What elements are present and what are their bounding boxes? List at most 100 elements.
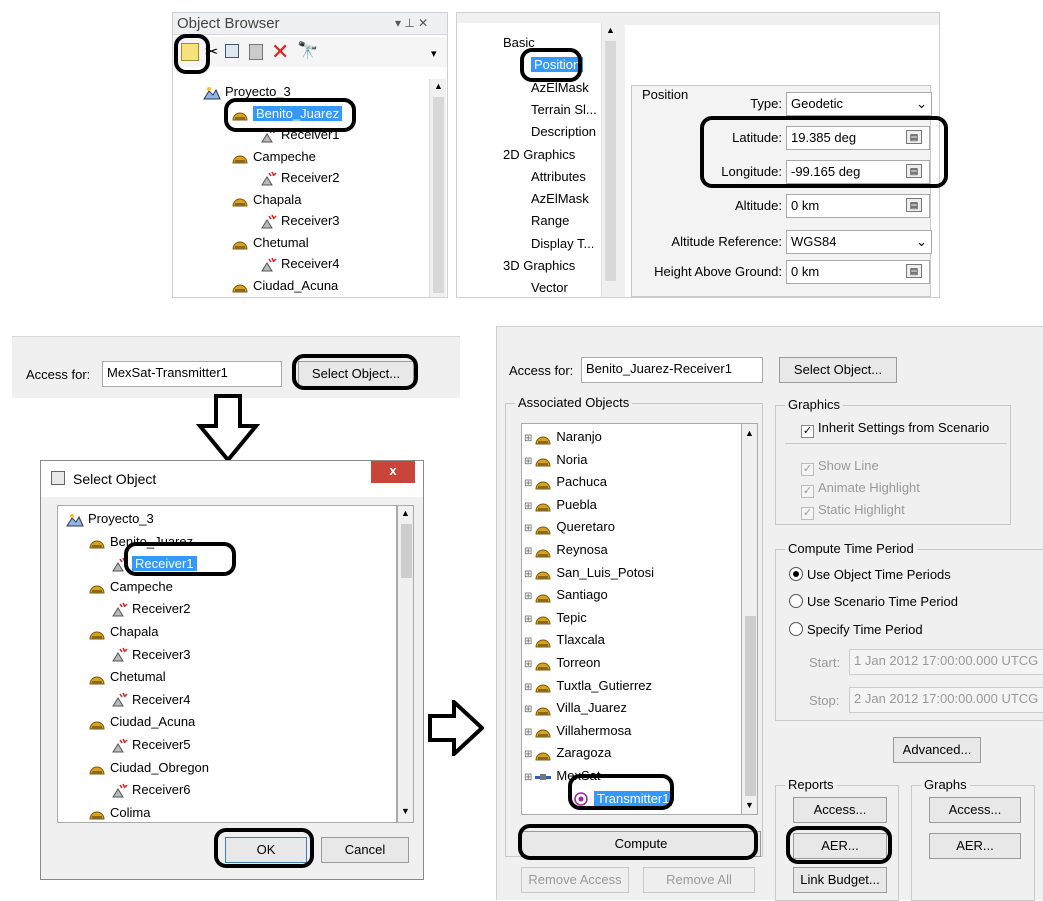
associated-object-item[interactable]: ⊞ Pachuca	[524, 471, 607, 493]
associated-object-item[interactable]: ⊞ Naranjo	[524, 426, 602, 448]
properties-nav-item[interactable]: Basic	[503, 35, 535, 50]
paste-icon[interactable]	[249, 44, 263, 60]
properties-nav-item[interactable]: Range	[531, 213, 569, 228]
use-scenario-radio[interactable]: Use Scenario Time Period	[789, 594, 958, 609]
associated-object-item[interactable]: ⊞ Villa_Juarez	[524, 697, 627, 719]
tree-item[interactable]: Chetumal	[88, 666, 166, 688]
properties-nav-item[interactable]: Description	[531, 124, 596, 139]
access-small-field[interactable]: MexSat-Transmitter1	[102, 361, 282, 387]
associated-object-item[interactable]: ⊞ Queretaro	[524, 516, 615, 538]
dialog-tree: Proyecto_3 Benito_Juarez Receiver1 Campeche…	[57, 505, 397, 823]
tree-item[interactable]: Ciudad_Acuna	[231, 275, 338, 297]
properties-nav-scrollbar[interactable]: ▲	[601, 23, 618, 297]
object-browser-scrollbar[interactable]: ▲	[429, 79, 446, 297]
properties-nav-item[interactable]: Position	[531, 57, 584, 73]
stop-field[interactable]: 2 Jan 2012 17:00:00.000 UTCG	[849, 687, 1043, 713]
compute-button[interactable]: Compute	[521, 831, 761, 857]
type-select[interactable]: Geodetic ⌄	[786, 92, 932, 116]
associated-object-item[interactable]: ⊞ Tepic	[524, 607, 587, 629]
find-icon[interactable]: 🔭	[297, 41, 318, 61]
tree-item[interactable]: Chapala	[88, 621, 158, 643]
tree-item[interactable]: Benito_Juarez	[231, 103, 343, 125]
dialog-title: Select Object	[73, 471, 157, 487]
associated-object-label: Tuxtla_Gutierrez	[556, 677, 652, 693]
tree-item[interactable]: Chapala	[231, 189, 301, 211]
start-field[interactable]: 1 Jan 2012 17:00:00.000 UTCG	[849, 649, 1043, 675]
tree-item[interactable]: Colima	[88, 802, 150, 822]
graph-aer-button[interactable]: AER...	[929, 833, 1021, 859]
advanced-button[interactable]: Advanced...	[893, 737, 981, 763]
new-object-icon[interactable]	[181, 43, 199, 61]
associated-object-item[interactable]: ⊞ Torreon	[524, 652, 600, 674]
tree-item[interactable]: Receiver4	[259, 253, 340, 275]
properties-nav-item[interactable]: AzElMask	[531, 191, 589, 206]
associated-object-item[interactable]: ⊞ Villahermosa	[524, 720, 631, 742]
associated-object-item[interactable]: ⊞ Puebla	[524, 494, 597, 516]
link-budget-button[interactable]: Link Budget...	[793, 867, 887, 893]
tree-item[interactable]: Chetumal	[231, 232, 309, 254]
associated-object-item[interactable]: ⊞ San_Luis_Potosi	[524, 562, 654, 584]
properties-nav-item[interactable]: 2D Graphics	[503, 147, 575, 162]
properties-nav-item[interactable]: AzElMask	[531, 80, 589, 95]
tree-item[interactable]: Ciudad_Acuna	[88, 711, 195, 733]
associated-object-item[interactable]: ⊞ Zaragoza	[524, 742, 611, 764]
properties-nav-item[interactable]: Display T...	[531, 236, 594, 251]
remove-all-button[interactable]: Remove All	[643, 867, 755, 893]
cut-icon[interactable]: ✂	[205, 42, 218, 62]
select-object-button[interactable]: Select Object...	[298, 361, 414, 387]
access-for-field[interactable]: Benito_Juarez-Receiver1	[581, 357, 763, 383]
altitude-reference-select[interactable]: WGS84 ⌄	[786, 230, 932, 254]
tree-item[interactable]: Receiver3	[110, 644, 191, 666]
tree-item[interactable]: Receiver3	[259, 210, 340, 232]
ok-button[interactable]: OK	[225, 837, 307, 863]
associated-object-item[interactable]: ⊞ Tuxtla_Gutierrez	[524, 675, 652, 697]
delete-icon[interactable]: ✕	[271, 39, 289, 65]
tree-item[interactable]: Benito_Juarez	[88, 531, 193, 553]
latitude-calc-icon[interactable]: ▤	[906, 130, 922, 144]
associated-objects-scrollbar[interactable]: ▲ ▼	[741, 423, 758, 815]
graph-access-button[interactable]: Access...	[929, 797, 1021, 823]
properties-nav-item[interactable]: Terrain Sl...	[531, 102, 597, 117]
altitude-calc-icon[interactable]: ▤	[906, 198, 922, 212]
dialog-tree-scrollbar[interactable]: ▲ ▼	[397, 505, 414, 823]
remove-access-button[interactable]: Remove Access	[521, 867, 629, 893]
associated-object-item[interactable]: ⊞ MexSat	[524, 765, 600, 787]
static-highlight-checkbox[interactable]: ✓ Static Highlight	[801, 502, 905, 520]
tree-item[interactable]: Receiver6	[110, 779, 191, 801]
tree-item[interactable]: Receiver1	[259, 124, 340, 146]
report-aer-button[interactable]: AER...	[793, 833, 887, 859]
associated-objects-tree: ⊞ Naranjo ⊞ Noria ⊞ Pachuca ⊞ Puebla ⊞ Queretaro ⊞…	[521, 423, 743, 815]
properties-nav-item[interactable]: 3D Graphics	[503, 258, 575, 273]
tree-item[interactable]: Campeche	[88, 576, 173, 598]
tree-item[interactable]: Campeche	[231, 146, 316, 168]
copy-icon[interactable]	[225, 44, 239, 58]
tree-item[interactable]: Receiver2	[259, 167, 340, 189]
specify-time-radio[interactable]: Specify Time Period	[789, 622, 923, 637]
tree-item[interactable]: Proyecto_3	[66, 508, 154, 530]
inherit-checkbox[interactable]: ✓ Inherit Settings from Scenario	[801, 420, 989, 438]
tree-item[interactable]: Receiver1	[110, 553, 197, 575]
transmitter-item[interactable]: Transmitter1	[572, 788, 673, 810]
tree-item[interactable]: Proyecto_3	[203, 81, 291, 103]
longitude-calc-icon[interactable]: ▤	[906, 164, 922, 178]
show-line-checkbox[interactable]: ✓ Show Line	[801, 458, 879, 476]
properties-nav-item[interactable]: Attributes	[531, 169, 586, 184]
use-object-radio[interactable]: Use Object Time Periods	[789, 567, 951, 582]
tree-item[interactable]: Receiver2	[110, 598, 191, 620]
tree-item[interactable]: Receiver4	[110, 689, 191, 711]
properties-nav-item[interactable]: Vector	[531, 280, 568, 295]
height-calc-icon[interactable]: ▤	[906, 264, 922, 278]
associated-object-item[interactable]: ⊞ Reynosa	[524, 539, 608, 561]
associated-object-item[interactable]: ⊞ Tlaxcala	[524, 629, 605, 651]
cancel-button[interactable]: Cancel	[321, 837, 409, 863]
associated-object-item[interactable]: ⊞ Santiago	[524, 584, 608, 606]
title-controls[interactable]: ▾ ⊥ ✕	[395, 16, 428, 30]
toolbar-overflow-icon[interactable]: ▾	[431, 47, 437, 60]
tree-item[interactable]: Ciudad_Obregon	[88, 757, 209, 779]
tree-item[interactable]: Receiver5	[110, 734, 191, 756]
report-access-button[interactable]: Access...	[793, 797, 887, 823]
animate-highlight-checkbox[interactable]: ✓ Animate Highlight	[801, 480, 920, 498]
select-object-button-2[interactable]: Select Object...	[779, 357, 897, 383]
dialog-close-button[interactable]: x	[371, 461, 415, 483]
associated-object-item[interactable]: ⊞ Noria	[524, 449, 587, 471]
